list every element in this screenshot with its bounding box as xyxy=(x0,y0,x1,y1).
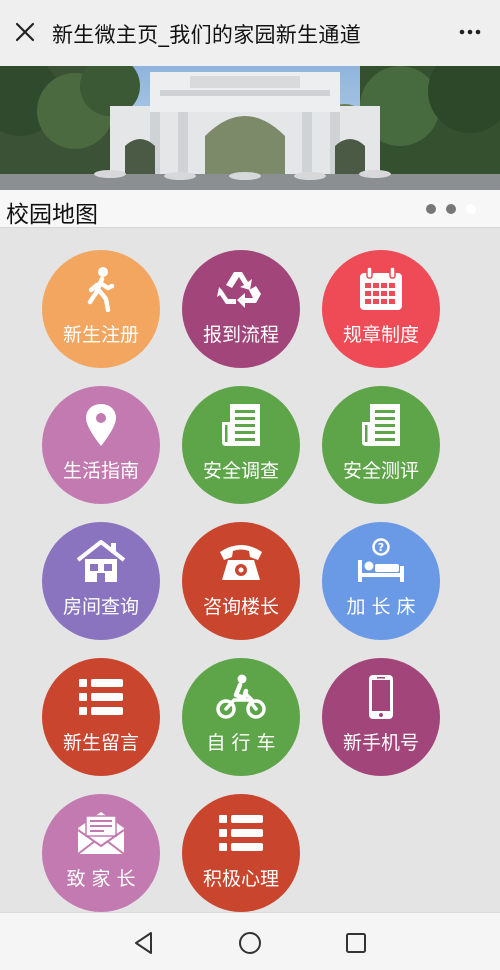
page-title: 新生微主页_我们的家园新生通道 xyxy=(52,23,361,47)
recycle-icon xyxy=(217,272,261,308)
tile-regulations[interactable]: 规章制度 xyxy=(322,250,440,368)
tile-label: 安全调查 xyxy=(202,460,279,482)
tile-new-student-registration[interactable]: 新生注册 xyxy=(42,250,160,368)
tile-label: 生活指南 xyxy=(62,460,139,482)
newspaper-icon xyxy=(222,404,260,446)
close-icon[interactable] xyxy=(14,21,36,43)
tile-label: 咨询楼长 xyxy=(202,596,279,618)
telephone-icon xyxy=(220,545,262,580)
tile-label: 报到流程 xyxy=(202,324,279,346)
tile-label: 加 长 床 xyxy=(346,596,416,618)
list-icon xyxy=(79,679,123,715)
tile-label: 房间查询 xyxy=(62,596,139,618)
title-bar: 新生微主页_我们的家园新生通道 xyxy=(0,0,500,66)
tile-check-in-process[interactable]: 报到流程 xyxy=(182,250,300,368)
banner-image[interactable] xyxy=(0,66,500,190)
campus-map-heading[interactable]: 校园地图 xyxy=(6,195,98,229)
tile-label: 新生留言 xyxy=(62,732,139,754)
envelope-icon xyxy=(77,812,125,855)
feature-grid: 新生注册 报到流程 规章制度 生活指南 安全调查 安全测评 房间查询 咨询楼长 … xyxy=(0,228,500,912)
recent-apps-icon[interactable] xyxy=(343,930,369,956)
more-options-icon[interactable] xyxy=(458,22,482,42)
mobile-phone-icon xyxy=(369,675,393,719)
bed-icon: ? xyxy=(358,538,404,582)
list-icon xyxy=(219,815,263,851)
tile-room-lookup[interactable]: 房间查询 xyxy=(42,522,160,640)
home-icon[interactable] xyxy=(237,930,263,956)
carousel-indicator xyxy=(426,204,476,214)
newspaper-icon xyxy=(362,404,400,446)
tile-bicycle[interactable]: 自 行 车 xyxy=(182,658,300,776)
tile-extra-long-bed[interactable]: ? 加 长 床 xyxy=(322,522,440,640)
carousel-dot-active[interactable] xyxy=(466,204,476,214)
svg-text:?: ? xyxy=(378,541,384,554)
tile-safety-survey[interactable]: 安全调查 xyxy=(182,386,300,504)
tile-label: 新手机号 xyxy=(342,732,419,754)
tile-label: 致 家 长 xyxy=(66,868,136,890)
back-icon[interactable] xyxy=(131,930,157,956)
tile-label: 安全测评 xyxy=(342,460,419,482)
tile-label: 积极心理 xyxy=(202,868,279,890)
house-icon xyxy=(76,540,126,582)
carousel-dot[interactable] xyxy=(446,204,456,214)
tile-label: 规章制度 xyxy=(342,324,419,346)
campus-gate-illustration xyxy=(0,66,500,190)
motorcycle-icon xyxy=(216,674,266,719)
tile-ask-building-manager[interactable]: 咨询楼长 xyxy=(182,522,300,640)
location-pin-icon xyxy=(86,404,116,446)
carousel-dot[interactable] xyxy=(426,204,436,214)
section-header: 校园地图 xyxy=(0,190,500,228)
system-nav-bar xyxy=(0,912,500,970)
tile-positive-psychology[interactable]: 积极心理 xyxy=(182,794,300,912)
tile-label: 新生注册 xyxy=(62,324,139,346)
tile-safety-assessment[interactable]: 安全测评 xyxy=(322,386,440,504)
tile-freshman-messages[interactable]: 新生留言 xyxy=(42,658,160,776)
tile-label: 自 行 车 xyxy=(206,732,276,754)
tile-life-guide[interactable]: 生活指南 xyxy=(42,386,160,504)
tile-new-phone-number[interactable]: 新手机号 xyxy=(322,658,440,776)
tile-letter-to-parents[interactable]: 致 家 长 xyxy=(42,794,160,912)
walking-person-icon xyxy=(87,267,115,312)
calendar-icon xyxy=(360,266,402,310)
